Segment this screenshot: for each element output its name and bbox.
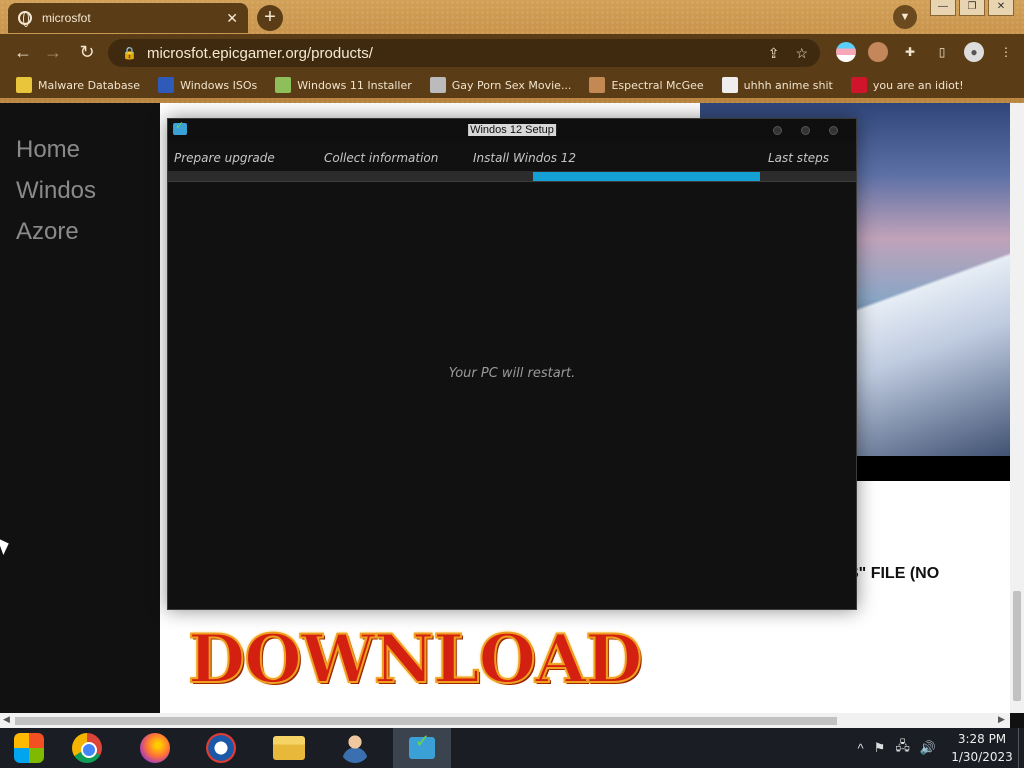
windos-setup-icon [409, 731, 435, 759]
menu-kebab-icon[interactable]: ⋮ [996, 42, 1016, 62]
download-banner[interactable]: DOWNLOAD [187, 619, 644, 699]
system-tray: ^ ⚑ 🖧 🔊 3:28 PM 1/30/2023 [858, 728, 1024, 768]
trans-flag-extension-icon[interactable] [836, 42, 856, 62]
clock-time: 3:28 PM [957, 732, 1007, 746]
setup-title: Windos 12 Setup [468, 124, 556, 136]
setup-app-icon [173, 119, 187, 135]
bookmark-label: you are an idiot! [872, 78, 964, 92]
side-panel-icon[interactable]: ▯ [932, 42, 952, 62]
step-prepare-upgrade: Prepare upgrade [174, 151, 275, 165]
yellow-star-icon [16, 77, 32, 93]
setup-body: Your PC will restart. [168, 182, 856, 610]
forward-button[interactable]: → [42, 42, 64, 63]
setup-steps: Prepare upgrade Collect information Inst… [168, 143, 856, 171]
stamp-icon [429, 77, 446, 93]
step-last-steps: Last steps [768, 151, 830, 165]
taskbar-file-explorer[interactable] [260, 728, 318, 768]
lock-icon[interactable]: 🔒 [122, 46, 137, 60]
minimize-button[interactable]: — [930, 0, 956, 16]
anime-face-icon [721, 77, 738, 93]
new-tab-button[interactable]: + [257, 5, 283, 31]
share-icon[interactable]: ⇪ [768, 45, 780, 62]
setup-progress-fill [532, 172, 760, 181]
bookmark-star-icon[interactable]: ☆ [795, 45, 808, 62]
close-window-button[interactable]: ✕ [988, 0, 1014, 16]
browser-tab[interactable]: microsfot ✕ [8, 3, 248, 33]
windos-setup-window[interactable]: Windos 12 Setup Prepare upgrade Collect … [167, 118, 857, 610]
globe-icon [18, 11, 32, 27]
window-controls: — ❐ ✕ [930, 0, 1014, 16]
url-text: microsfot.epicgamer.org/products/ [146, 44, 373, 62]
nav-link-windos[interactable]: Windos [0, 170, 160, 211]
vertical-scrollbar[interactable] [1010, 103, 1024, 713]
bookmark-item[interactable]: you are an idiot! [850, 77, 964, 93]
tab-title: microsfot [42, 11, 91, 25]
bookmark-item[interactable]: Windows ISOs [158, 77, 257, 93]
browser-chrome: microsfot ✕ + ▼ — ❐ ✕ ← → ↻ 🔒 microsfot.… [0, 0, 1024, 103]
obama-icon [206, 733, 236, 763]
taskbar-obama[interactable] [192, 728, 250, 768]
horizontal-scrollbar[interactable]: ◀ ▶ [0, 713, 1010, 728]
extensions-puzzle-icon[interactable]: ✚ [900, 42, 920, 62]
partial-file-text: S" FILE (NO [848, 565, 940, 582]
clock-date: 1/30/2023 [951, 750, 1013, 764]
image-icon [275, 77, 292, 93]
horizontal-scroll-thumb[interactable] [15, 717, 837, 725]
reload-button[interactable]: ↻ [76, 42, 98, 63]
browser-toolbar: ← → ↻ 🔒 microsfot.epicgamer.org/products… [0, 34, 1024, 72]
setup-title-bar[interactable]: Windos 12 Setup [168, 119, 856, 143]
bookmark-item[interactable]: Espectral McGee [589, 77, 704, 93]
network-icon[interactable]: 🖧 [895, 737, 910, 759]
taskbar-user-app[interactable] [326, 728, 384, 768]
action-center-flag-icon[interactable]: ⚑ [874, 740, 886, 756]
clock[interactable]: 3:28 PM 1/30/2023 [946, 730, 1018, 766]
chrome-icon [72, 733, 102, 763]
bookmark-label: Gay Porn Sex Movie... [451, 78, 572, 92]
nav-link-azore[interactable]: Azore [0, 211, 160, 252]
face-extension-icon[interactable] [868, 42, 888, 62]
bookmark-label: Windows ISOs [180, 78, 258, 92]
setup-minimize-button[interactable] [773, 126, 782, 135]
uk-flag-icon [850, 77, 867, 93]
bookmarks-bar: Malware Database Windows ISOs Windows 11 I… [0, 72, 1024, 98]
setup-maximize-button[interactable] [801, 126, 810, 135]
restart-message: Your PC will restart. [448, 366, 576, 381]
tab-close-icon[interactable]: ✕ [226, 10, 238, 27]
bookmark-item[interactable]: uhhh anime shit [721, 77, 833, 93]
bookmark-label: Espectral McGee [611, 78, 704, 92]
nav-link-home[interactable]: Home [0, 129, 160, 170]
tab-search-chevron-icon[interactable]: ▼ [893, 5, 917, 29]
taskbar-firefox[interactable] [126, 728, 184, 768]
taskbar: ^ ⚑ 🖧 🔊 3:28 PM 1/30/2023 [0, 728, 1024, 768]
bookmark-item[interactable]: Windows 11 Installer [275, 77, 412, 93]
start-button[interactable] [0, 728, 58, 768]
tray-chevron-icon[interactable]: ^ [858, 741, 864, 756]
setup-progress-bar [168, 171, 856, 182]
show-desktop-button[interactable] [1018, 728, 1024, 768]
taskbar-chrome[interactable] [58, 728, 116, 768]
profile-avatar-icon[interactable]: ● [964, 42, 984, 62]
x-logo-icon [158, 77, 175, 93]
bookmark-label: Malware Database [38, 78, 141, 92]
bookmark-label: uhhh anime shit [743, 78, 833, 92]
step-collect-information: Collect information [324, 151, 439, 165]
taskbar-windos-setup[interactable] [393, 728, 451, 768]
bookmark-item[interactable]: Malware Database [16, 77, 140, 93]
back-button[interactable]: ← [12, 42, 34, 63]
address-bar[interactable]: 🔒 microsfot.epicgamer.org/products/ ⇪ ☆ [108, 39, 820, 67]
volume-icon[interactable]: 🔊 [920, 740, 936, 756]
character-icon [589, 77, 606, 93]
bookmark-item[interactable]: Gay Porn Sex Movie... [429, 77, 572, 93]
start-icon [14, 733, 44, 763]
step-install: Install Windos 12 [473, 151, 577, 165]
user-icon [340, 733, 370, 763]
setup-close-button[interactable] [829, 126, 838, 135]
firefox-icon [140, 733, 170, 763]
restore-button[interactable]: ❐ [959, 0, 985, 16]
site-sidebar: Home Windos Azore [0, 103, 160, 713]
file-explorer-icon [273, 736, 305, 760]
bookmark-label: Windows 11 Installer [297, 78, 412, 92]
